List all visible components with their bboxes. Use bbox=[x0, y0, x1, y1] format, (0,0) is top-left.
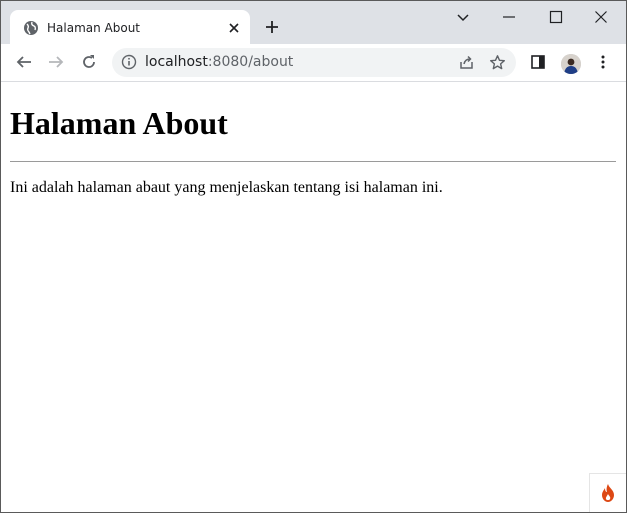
browser-toolbar: localhost:8080/about bbox=[1, 44, 626, 82]
tab-active[interactable]: Halaman About bbox=[10, 10, 250, 44]
side-panel-icon[interactable] bbox=[529, 53, 547, 71]
chevron-down-icon[interactable] bbox=[455, 9, 471, 25]
profile-photo bbox=[561, 54, 581, 74]
url-text[interactable]: localhost:8080/about bbox=[145, 54, 293, 71]
url-host: localhost bbox=[145, 54, 208, 70]
page-content: Halaman About Ini adalah halaman abaut y… bbox=[1, 82, 626, 512]
share-icon[interactable] bbox=[458, 54, 475, 71]
debug-toolbar-button[interactable] bbox=[589, 473, 626, 512]
kebab-menu-icon[interactable] bbox=[594, 53, 612, 71]
avatar[interactable] bbox=[561, 54, 581, 74]
page-paragraph: Ini adalah halaman abaut yang menjelaska… bbox=[10, 179, 443, 196]
globe-icon bbox=[24, 21, 38, 35]
plus-icon[interactable] bbox=[264, 19, 280, 35]
browser-window: Halaman About localhost:8080/about Halam… bbox=[0, 0, 627, 513]
url-path: :8080/about bbox=[207, 54, 294, 70]
info-icon[interactable] bbox=[121, 54, 137, 70]
page-title: Halaman About bbox=[10, 105, 228, 141]
close-icon[interactable] bbox=[593, 9, 609, 25]
star-icon[interactable] bbox=[489, 54, 506, 71]
minimize-icon[interactable] bbox=[501, 9, 517, 25]
arrow-right-icon[interactable] bbox=[47, 53, 65, 71]
maximize-icon[interactable] bbox=[548, 9, 564, 25]
tab-title: Halaman About bbox=[47, 21, 141, 35]
tab-strip: Halaman About bbox=[1, 1, 626, 44]
flame-icon bbox=[602, 484, 614, 502]
address-bar[interactable]: localhost:8080/about bbox=[112, 48, 516, 77]
horizontal-rule bbox=[10, 161, 616, 162]
close-icon[interactable] bbox=[226, 20, 242, 36]
reload-icon[interactable] bbox=[80, 53, 98, 71]
arrow-left-icon[interactable] bbox=[15, 53, 33, 71]
